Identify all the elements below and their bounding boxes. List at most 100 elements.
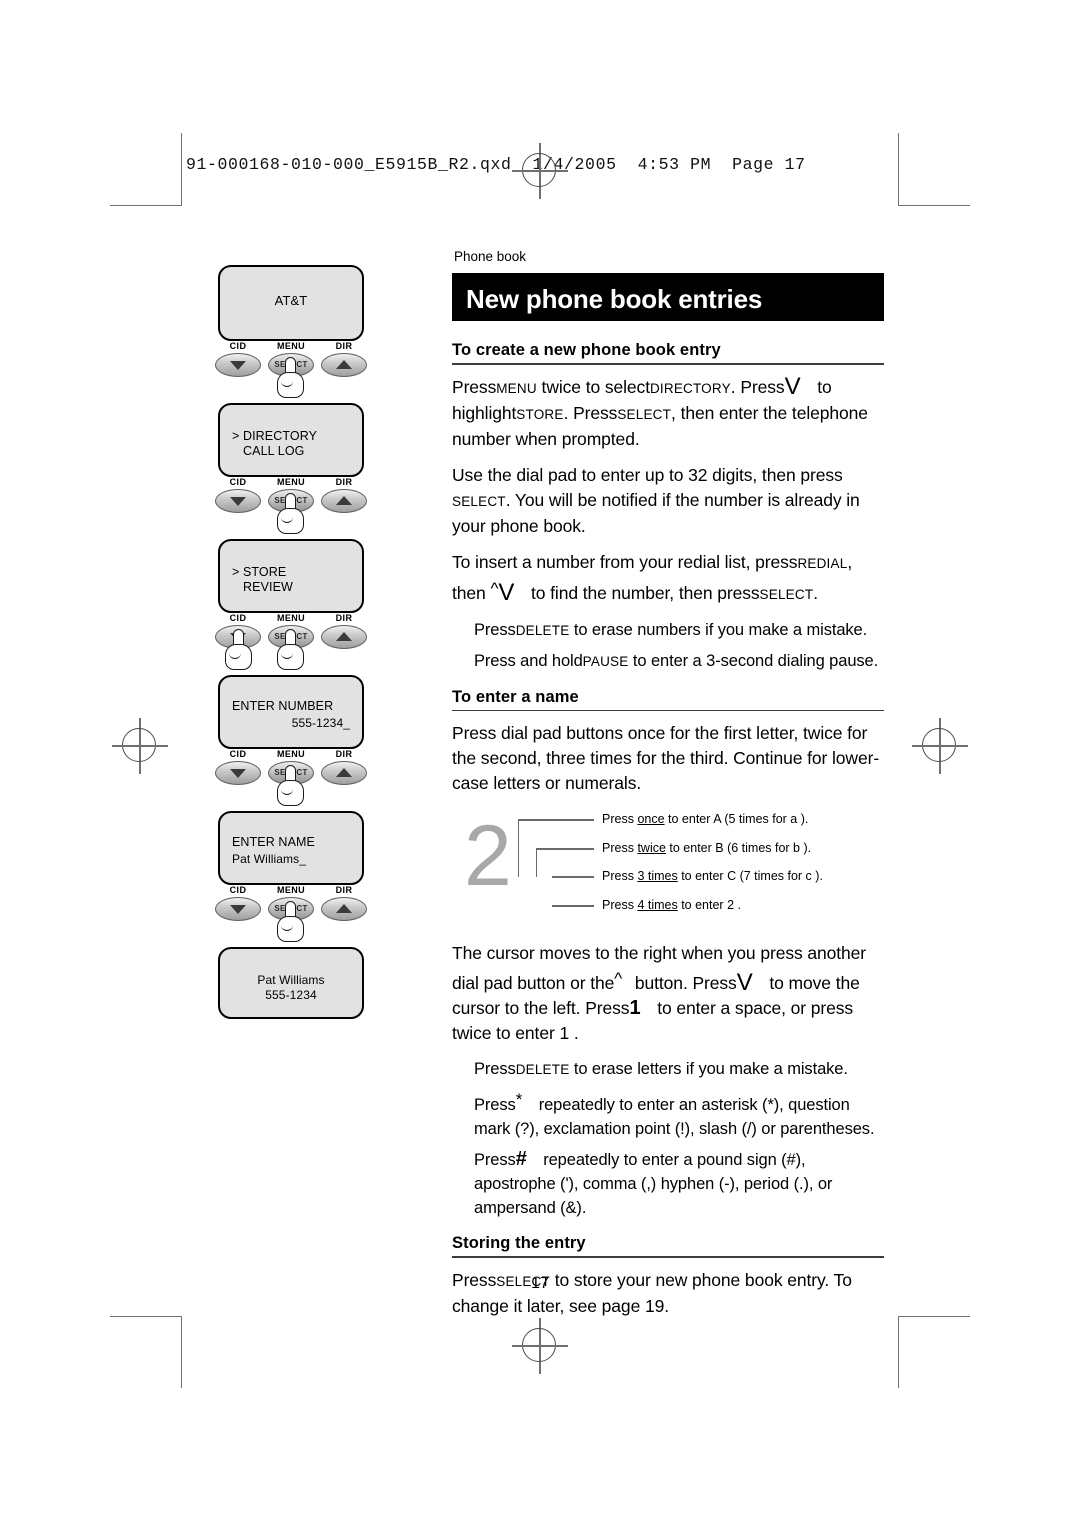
dir-button-group-3[interactable]: DIR bbox=[321, 613, 367, 649]
cid-key-4[interactable] bbox=[215, 761, 261, 785]
key-pound-glyph: # bbox=[515, 1148, 527, 1171]
dir-key-3[interactable] bbox=[321, 625, 367, 649]
pointing-hand-icon-5 bbox=[276, 901, 306, 943]
button-row-3: CID MENU SELECT DIR bbox=[215, 613, 367, 675]
key-menu: MENU bbox=[496, 380, 537, 396]
dir-button-group-2[interactable]: DIR bbox=[321, 477, 367, 513]
dir-key-2[interactable] bbox=[321, 489, 367, 513]
txt: . Press bbox=[730, 376, 785, 397]
pointing-hand-icon-4 bbox=[276, 765, 306, 807]
cid-button-group-5[interactable]: CID bbox=[215, 885, 261, 921]
key-select: SELECT bbox=[452, 493, 506, 509]
leader-line-4 bbox=[552, 905, 594, 907]
cid-key-1[interactable] bbox=[215, 353, 261, 377]
up-arrow-key-glyph: ^ bbox=[614, 969, 623, 989]
menu-label-5: MENU bbox=[276, 885, 306, 895]
dialpad-callout-diagram: 2 Press once to enter A (5 times for a )… bbox=[452, 807, 884, 929]
callout-1: Press once to enter A (5 times for a ). bbox=[602, 812, 808, 826]
dir-button-group-5[interactable]: DIR bbox=[321, 885, 367, 921]
paragraph-create-1: PressMENU twice to selectDIRECTORY. Pres… bbox=[452, 372, 884, 452]
cid-key-2[interactable] bbox=[215, 489, 261, 513]
callout-4: Press 4 times to enter 2 . bbox=[602, 898, 741, 912]
txt: Press bbox=[474, 1096, 516, 1115]
cid-button-group-1[interactable]: CID bbox=[215, 341, 261, 377]
txt: twice to select bbox=[536, 376, 651, 397]
key-delete: DELETE bbox=[515, 1062, 570, 1078]
key-store: STORE bbox=[516, 406, 564, 422]
panel-enter-name-line1: ENTER NAME bbox=[232, 835, 315, 849]
callout-4-emph: 4 times bbox=[637, 898, 678, 913]
dir-button-group-4[interactable]: DIR bbox=[321, 749, 367, 785]
key-directory: DIRECTORY bbox=[649, 380, 731, 396]
key-asterisk-glyph: * bbox=[515, 1090, 523, 1110]
pointing-hand-icon-3b bbox=[276, 629, 306, 671]
up-arrow-icon-4 bbox=[336, 768, 352, 777]
phone-illustration-column: AT&T CID MENU SELECT DIR > DIRECTORY CAL… bbox=[215, 265, 368, 1019]
leader-vertical-2 bbox=[536, 848, 538, 878]
panel-enter-name-display: ENTER NAME Pat Williams_ bbox=[218, 811, 364, 885]
txt: . You will be notified if the number is … bbox=[452, 489, 860, 536]
paragraph-name-2: The cursor moves to the right when you p… bbox=[452, 941, 884, 1046]
dir-label-1: DIR bbox=[335, 341, 353, 351]
panel-directory-display: > DIRECTORY CALL LOG bbox=[218, 403, 364, 477]
txt: button. Press bbox=[630, 973, 737, 994]
txt: Press bbox=[474, 620, 516, 639]
dir-key-4[interactable] bbox=[321, 761, 367, 785]
panel-directory-line1: > DIRECTORY bbox=[232, 429, 318, 443]
down-arrow-icon-2 bbox=[230, 497, 246, 506]
txt: Press and hold bbox=[474, 651, 583, 670]
panel-att-text: AT&T bbox=[274, 293, 308, 308]
dir-button-group-1[interactable]: DIR bbox=[321, 341, 367, 377]
crop-mark-top-left-v bbox=[181, 133, 183, 205]
txt: Press bbox=[474, 1060, 516, 1079]
leader-line-1 bbox=[518, 819, 594, 821]
registration-mark-right bbox=[912, 718, 968, 774]
txt: . Press bbox=[563, 402, 618, 423]
page-number: 17 bbox=[531, 1275, 549, 1292]
dialpad-key-digit: 2 bbox=[464, 808, 512, 905]
pointing-hand-icon-1 bbox=[276, 357, 306, 399]
txt: Press bbox=[452, 376, 497, 397]
down-arrow-icon-1 bbox=[230, 361, 246, 370]
panel-saved-display: Pat Williams 555-1234 bbox=[218, 947, 364, 1019]
callout-3: Press 3 times to enter C (7 times for c … bbox=[602, 869, 823, 883]
button-row-5: CID MENU SELECT DIR bbox=[215, 885, 367, 947]
txt: to enter a 3-second dialing pause. bbox=[628, 651, 879, 670]
down-arrow-key-glyph: V bbox=[784, 372, 801, 400]
crop-mark-bottom-left-h bbox=[110, 1316, 182, 1318]
down-arrow-key-glyph: V bbox=[736, 969, 753, 997]
paragraph-name-3: PressDELETE to erase letters if you make… bbox=[474, 1057, 884, 1082]
cid-label-3: CID bbox=[229, 613, 247, 623]
dir-key-5[interactable] bbox=[321, 897, 367, 921]
panel-store-line1: > STORE bbox=[232, 565, 287, 579]
up-arrow-icon-3 bbox=[336, 632, 352, 641]
txt: Use the dial pad to enter up to 32 digit… bbox=[452, 464, 843, 485]
panel-directory-line2: CALL LOG bbox=[243, 444, 305, 458]
crop-mark-top-left-h bbox=[110, 205, 182, 207]
callout-2-post: to enter B (6 times for b ). bbox=[665, 841, 812, 856]
txt: to erase letters if you make a mistake. bbox=[569, 1060, 848, 1079]
crop-mark-top-right-h bbox=[898, 205, 970, 207]
page-title: New phone book entries bbox=[466, 284, 763, 314]
cid-key-5[interactable] bbox=[215, 897, 261, 921]
panel-enter-number-line2: 555-1234_ bbox=[291, 716, 350, 730]
up-arrow-icon-5 bbox=[336, 904, 352, 913]
paragraph-name-4: Press* repeatedly to enter an asterisk (… bbox=[474, 1088, 884, 1141]
paragraph-name-5: Press# repeatedly to enter a pound sign … bbox=[474, 1147, 884, 1220]
panel-enter-number-display: ENTER NUMBER 555-1234_ bbox=[218, 675, 364, 749]
panel-store-text: > STORE REVIEW bbox=[232, 565, 293, 595]
cid-button-group-4[interactable]: CID bbox=[215, 749, 261, 785]
leader-line-3 bbox=[552, 876, 594, 878]
section-rule-name bbox=[452, 709, 884, 712]
dir-label-5: DIR bbox=[335, 885, 353, 895]
panel-saved-line1: Pat Williams bbox=[257, 973, 325, 987]
panel-enter-number-line1: ENTER NUMBER bbox=[232, 699, 334, 713]
callout-2-pre: Press bbox=[602, 841, 638, 856]
leader-line-2 bbox=[536, 848, 594, 850]
button-row-4: CID MENU SELECT DIR bbox=[215, 749, 367, 811]
menu-label-2: MENU bbox=[276, 477, 306, 487]
callout-1-post: to enter A (5 times for a ). bbox=[664, 812, 809, 827]
dir-key-1[interactable] bbox=[321, 353, 367, 377]
cid-button-group-2[interactable]: CID bbox=[215, 477, 261, 513]
callout-1-pre: Press bbox=[602, 812, 638, 827]
